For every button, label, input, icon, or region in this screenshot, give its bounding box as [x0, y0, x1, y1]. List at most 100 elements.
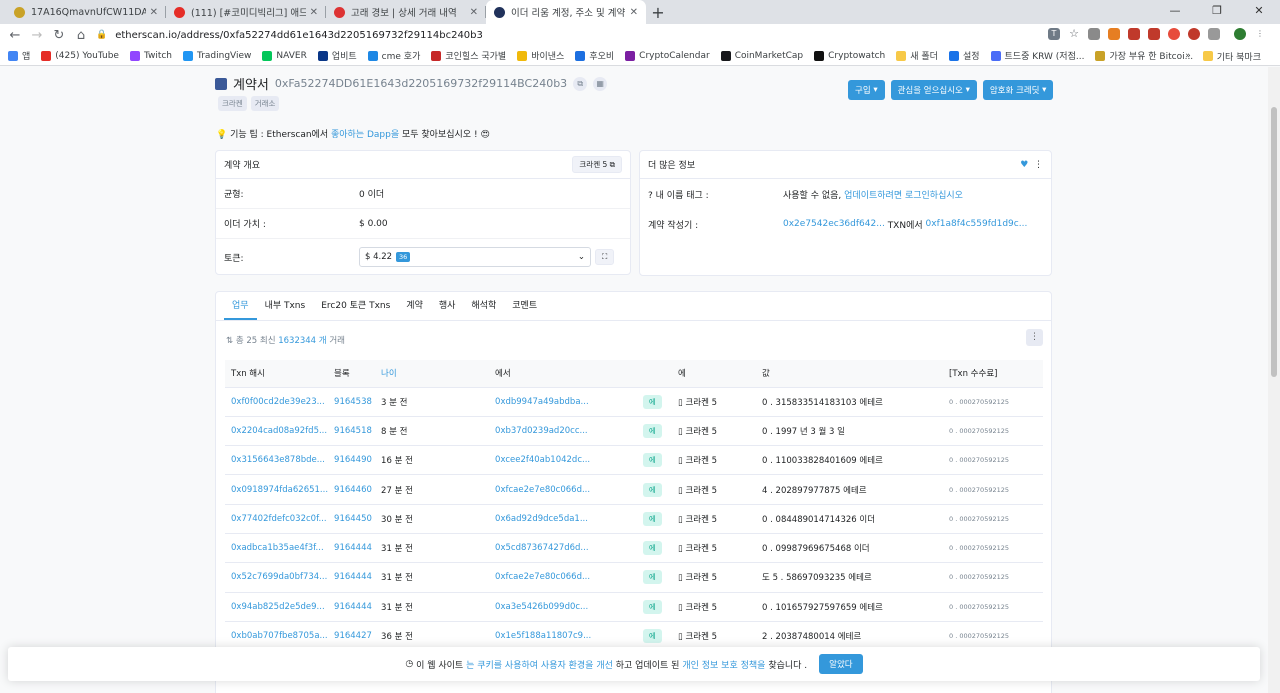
tag-exchange[interactable]: 거래소 — [250, 96, 280, 111]
block-link[interactable]: 9164460 — [328, 474, 376, 505]
tab-3[interactable]: 계약 — [398, 292, 431, 320]
translate-icon[interactable]: T — [1048, 28, 1060, 40]
bookmark-item[interactable]: TradingView — [183, 49, 251, 62]
bookmark-item[interactable]: 앱 — [8, 49, 30, 62]
url-field[interactable]: 🔒 etherscan.io/address/0xfa52274dd61e164… — [96, 24, 1056, 46]
bookmark-item[interactable]: 후오비 — [575, 49, 614, 62]
tab-4[interactable]: 행사 — [431, 292, 464, 320]
txn-hash-link[interactable]: 0x77402fdefc032c0f... — [225, 504, 329, 534]
other-bookmarks[interactable]: 기타 북마크 — [1202, 50, 1261, 63]
forward-button[interactable]: → — [26, 28, 48, 43]
from-address-link[interactable]: 0xfcae2e7e80c066d... — [489, 562, 638, 593]
from-address-link[interactable]: 0xdb9947a49abdba... — [489, 387, 638, 417]
txn-hash-link[interactable]: 0x94ab825d2e5de9... — [225, 592, 329, 622]
txn-hash-link[interactable]: 0xf0f00cd2de39e23... — [225, 387, 329, 417]
profile-avatar[interactable] — [1234, 28, 1246, 40]
home-button[interactable]: ⌂ — [70, 28, 92, 43]
maximize-button[interactable]: ❐ — [1196, 0, 1238, 22]
block-link[interactable]: 9164538 — [328, 387, 376, 417]
from-address-link[interactable]: 0xa3e5426b099d0c... — [489, 592, 638, 622]
tab-close-icon[interactable]: ✕ — [150, 7, 158, 18]
tab-1[interactable]: 내부 Txns — [257, 292, 314, 320]
txn-hash-link[interactable]: 0xadbca1b35ae4f3f... — [225, 533, 329, 564]
earn-button[interactable]: 관심을 얻으십시오 ▾ — [890, 80, 977, 100]
browser-tab[interactable]: 17A16QmavnUfCW11DAApUxpf ✕ — [6, 0, 166, 24]
bookmark-item[interactable]: 새 폴더 — [896, 49, 938, 62]
browser-tab[interactable]: 고래 경보 | 상세 거래 내역 ✕ — [326, 0, 486, 24]
close-window-button[interactable]: ✕ — [1238, 0, 1280, 22]
tab-5[interactable]: 해석학 — [463, 292, 504, 320]
star-icon[interactable]: ☆ — [1068, 28, 1080, 40]
reload-button[interactable]: ↻ — [48, 28, 70, 43]
bookmark-item[interactable]: 바이낸스 — [517, 49, 564, 62]
browser-tab[interactable]: (111) [#코미디빅리그] 애드립 ✕ — [166, 0, 326, 24]
new-tab-button[interactable]: + — [646, 2, 670, 24]
extension-icon[interactable] — [1188, 28, 1200, 40]
cookie-link[interactable]: 는 쿠키를 사용하여 사용자 환경을 개선 — [466, 658, 613, 671]
extension-icon[interactable] — [1168, 28, 1180, 40]
bookmark-item[interactable]: CryptoCalendar — [625, 49, 710, 62]
creator-address-link[interactable]: 0x2e7542ec36df642... — [783, 219, 885, 229]
cookie-accept-button[interactable]: 알았다 — [819, 654, 863, 674]
extension-icon[interactable] — [1108, 28, 1120, 40]
from-address-link[interactable]: 0xb37d0239ad20cc... — [489, 416, 638, 447]
block-link[interactable]: 9164444 — [328, 562, 376, 593]
from-address-link[interactable]: 0xfcae2e7e80c066d... — [489, 474, 638, 505]
txn-hash-link[interactable]: 0x2204cad08a92fd5... — [225, 416, 329, 447]
copy-icon[interactable]: ⧉ — [573, 76, 588, 91]
extension-icon[interactable] — [1088, 28, 1100, 40]
bookmark-item[interactable]: 트드중 KRW (저점... — [990, 49, 1084, 62]
back-button[interactable]: ← — [4, 28, 26, 43]
bookmark-item[interactable]: CoinMarketCap — [720, 49, 803, 62]
from-address-link[interactable]: 0x6ad92d9dce5da1... — [489, 504, 638, 534]
extension-icon[interactable] — [1128, 28, 1140, 40]
tab-6[interactable]: 코멘트 — [504, 292, 545, 320]
extension-icon[interactable] — [1208, 28, 1220, 40]
from-address-link[interactable]: 0x5cd87367427d6d... — [489, 533, 638, 564]
page-scrollbar[interactable] — [1268, 67, 1280, 693]
block-link[interactable]: 9164444 — [328, 592, 376, 622]
expand-icon[interactable]: ⛶ — [595, 249, 615, 265]
tab-0[interactable]: 업무 — [224, 292, 257, 320]
more-bookmarks-icon[interactable]: » — [1185, 51, 1191, 61]
extension-icon[interactable] — [1148, 28, 1160, 40]
privacy-policy-link[interactable]: 개인 정보 보호 정책을 — [682, 658, 765, 671]
block-link[interactable]: 9164518 — [328, 416, 376, 447]
tab-close-icon[interactable]: ✕ — [630, 7, 638, 18]
bookmark-item[interactable]: 가장 부유 한 Bitcoi... — [1095, 49, 1193, 62]
token-dropdown[interactable]: $ 4.22 36 ⌄ — [359, 247, 591, 267]
txn-hash-link[interactable]: 0x52c7699da0bf734... — [225, 562, 329, 593]
block-link[interactable]: 9164444 — [328, 533, 376, 564]
bookmark-item[interactable]: 업비트 — [317, 49, 357, 62]
tab-2[interactable]: Erc20 토큰 Txns — [313, 292, 398, 320]
browser-tab[interactable]: 이더 리움 계정, 주소 및 계약 ✕ — [486, 0, 646, 24]
creator-tx-link[interactable]: 0xf1a8f4c559fd1d9c... — [926, 219, 1028, 229]
scrollbar-thumb[interactable] — [1271, 107, 1277, 377]
block-link[interactable]: 9164450 — [328, 504, 376, 534]
buy-button[interactable]: 구입 ▾ — [848, 80, 885, 100]
bookmark-item[interactable]: 설정 — [948, 49, 980, 62]
total-txns-link[interactable]: 1632344 개 — [278, 336, 326, 346]
crypto-credit-button[interactable]: 암호화 크레딧 ▾ — [982, 80, 1054, 100]
block-link[interactable]: 9164490 — [328, 445, 376, 476]
txn-hash-link[interactable]: 0x0918974fda62651... — [225, 474, 329, 505]
heart-icon[interactable]: ♥ — [1020, 160, 1028, 170]
kraken-badge-button[interactable]: 크라켄 5 ⧉ — [572, 156, 622, 173]
bookmark-item[interactable]: Cryptowatch — [814, 49, 885, 62]
tab-close-icon[interactable]: ✕ — [470, 7, 478, 18]
bookmark-item[interactable]: (425) YouTube — [41, 49, 119, 62]
bookmark-item[interactable]: 코인힐스 국가별 — [431, 49, 506, 62]
kebab-icon[interactable]: ⋮ — [1034, 160, 1043, 170]
minimize-button[interactable]: — — [1154, 0, 1196, 22]
txn-hash-link[interactable]: 0x3156643e878bde... — [225, 445, 329, 476]
tag-kraken[interactable]: 크라켄 — [218, 96, 247, 111]
table-options-icon[interactable]: ⋮ — [1026, 329, 1043, 346]
qr-code-icon[interactable]: ▦ — [593, 76, 608, 91]
tab-close-icon[interactable]: ✕ — [310, 7, 318, 18]
bookmark-item[interactable]: cme 호가 — [367, 49, 420, 62]
menu-icon[interactable]: ⋮ — [1254, 28, 1266, 40]
dapp-link[interactable]: 좋아하는 Dapp을 — [331, 130, 399, 140]
bookmark-item[interactable]: NAVER — [262, 49, 307, 62]
bookmark-item[interactable]: Twitch — [129, 49, 172, 62]
from-address-link[interactable]: 0xcee2f40ab1042dc... — [489, 445, 638, 476]
